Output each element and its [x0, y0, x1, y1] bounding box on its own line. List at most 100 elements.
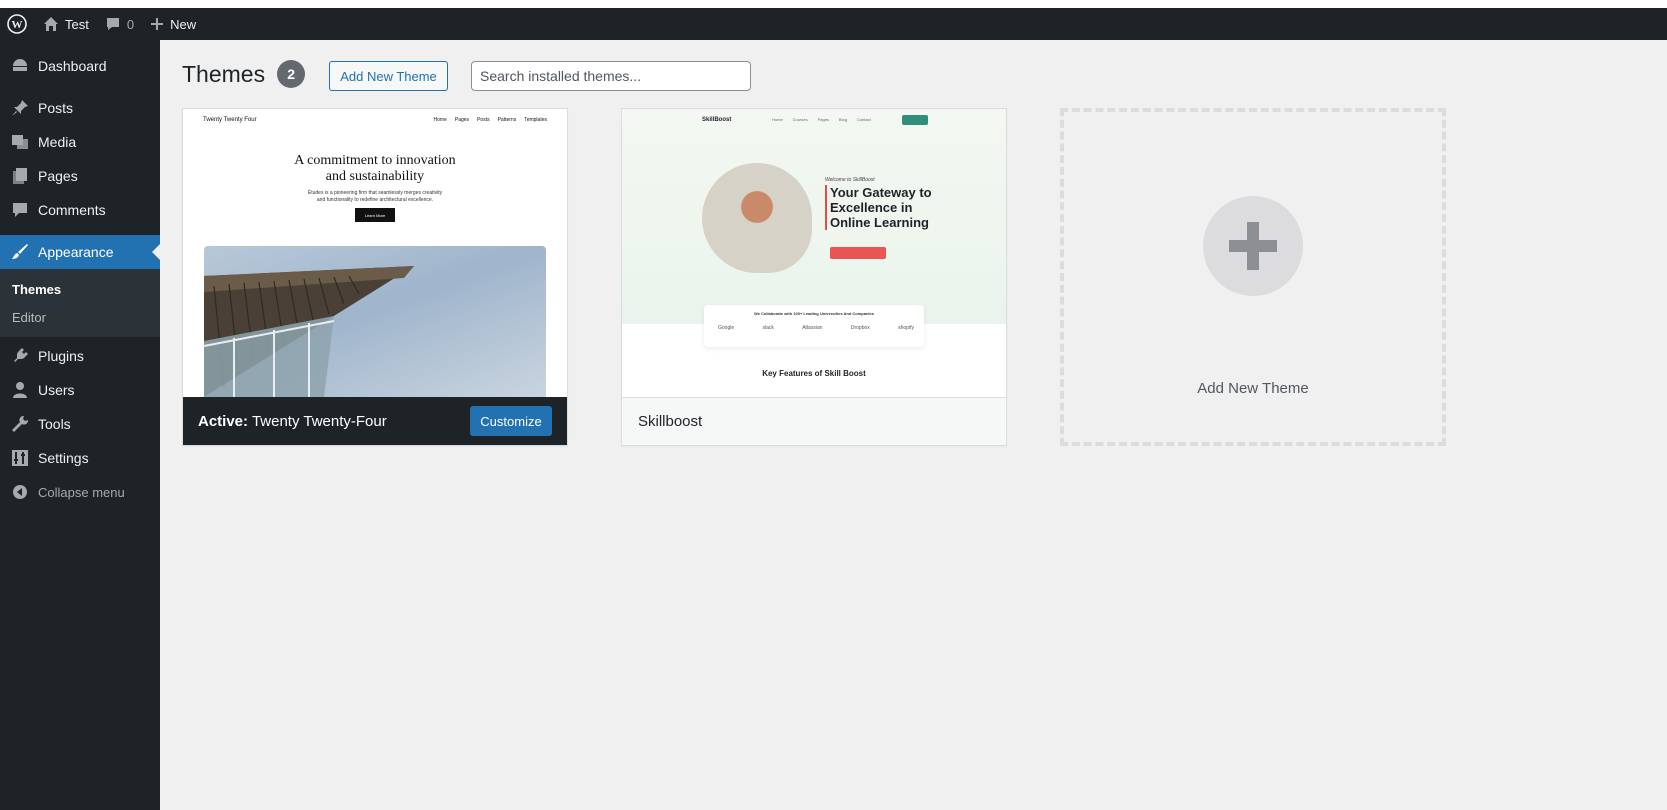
- theme-actions-bar: Active: Twenty Twenty-Four Customize: [183, 397, 567, 445]
- menu-item-comments[interactable]: Comments: [0, 193, 160, 227]
- menu-label-appearance: Appearance: [38, 244, 114, 260]
- menu-item-dashboard[interactable]: Dashboard: [0, 49, 160, 83]
- pin-icon: [10, 98, 30, 118]
- new-label: New: [170, 16, 197, 32]
- preview-headline: A commitment to innovation and sustainab…: [183, 153, 567, 185]
- preview-link: Pages: [454, 117, 470, 123]
- menu-item-settings[interactable]: Settings: [0, 441, 160, 475]
- theme-name-text: Twenty Twenty-Four: [251, 412, 387, 430]
- admin-bar: W Test 0 New: [0, 8, 1667, 40]
- add-new-theme-card[interactable]: Add New Theme: [1060, 108, 1446, 446]
- preview-sub-line: and functionality to redefine architectu…: [316, 197, 434, 203]
- preview-cta: [830, 247, 886, 259]
- comment-count: 0: [126, 16, 135, 32]
- menu-label-dashboard: Dashboard: [38, 58, 107, 74]
- preview-link-pages: Pages: [817, 117, 829, 122]
- page-header: Themes 2: [182, 60, 306, 88]
- comments-link[interactable]: 0: [97, 8, 142, 40]
- preview-link-home: Home: [772, 117, 783, 122]
- brush-icon: [10, 242, 30, 262]
- preview-portrait: [702, 163, 812, 273]
- theme-count-badge: 2: [277, 60, 306, 88]
- theme-name: Active: Twenty Twenty-Four: [183, 413, 387, 430]
- home-icon: [43, 16, 59, 32]
- new-content-link[interactable]: New: [142, 8, 204, 40]
- collapse-menu-button[interactable]: Collapse menu: [0, 475, 160, 509]
- preview-headline: Your Gateway to Excellence in Online Lea…: [825, 185, 935, 230]
- settings-icon: [10, 448, 30, 468]
- preview-partner-logos: Google slack Atlassian Dropbox shopify: [718, 325, 914, 331]
- main-content: Themes 2 Add New Theme Twenty Twenty Fou…: [160, 40, 1667, 810]
- comment-icon: [10, 200, 30, 220]
- plug-icon: [10, 346, 30, 366]
- add-new-theme-label: Add New Theme: [1197, 380, 1309, 397]
- menu-item-posts[interactable]: Posts: [0, 91, 160, 125]
- menu-label-tools: Tools: [38, 416, 71, 432]
- theme-actions-bar: Skillboost: [622, 397, 1006, 445]
- menu-item-users[interactable]: Users: [0, 373, 160, 407]
- add-new-theme-button[interactable]: Add New Theme: [329, 61, 448, 91]
- preview-hero: [622, 109, 1006, 324]
- theme-card-twenty-twenty-four[interactable]: Twenty Twenty Four Home Pages Posts Patt…: [182, 108, 568, 446]
- preview-logo: SkillBoost: [702, 117, 732, 123]
- preview-link-courses: Courses: [792, 117, 808, 122]
- search-themes-input[interactable]: [471, 61, 751, 91]
- preview-learn-more: Learn More: [355, 208, 395, 222]
- menu-item-appearance[interactable]: Appearance: [0, 235, 160, 269]
- collapse-menu-label: Collapse menu: [38, 484, 125, 500]
- plus-icon: [1203, 196, 1303, 296]
- active-prefix: Active:: [198, 412, 249, 430]
- site-name-link[interactable]: Test: [35, 8, 97, 40]
- preview-building-photo: [204, 246, 546, 397]
- page-title: Themes: [182, 60, 266, 87]
- partner-logo: slack: [762, 325, 774, 331]
- menu-label-pages: Pages: [38, 168, 78, 184]
- preview-link: Posts: [477, 117, 490, 123]
- preview-partners-title: We Collaborate with 100+ Leading Univers…: [754, 311, 874, 316]
- customize-button[interactable]: Customize: [470, 406, 552, 436]
- theme-name: Skillboost: [638, 413, 703, 430]
- menu-label-media: Media: [38, 134, 77, 150]
- preview-link: Templates: [524, 117, 547, 123]
- preview-link: Patterns: [497, 117, 517, 123]
- theme-screenshot: Twenty Twenty Four Home Pages Posts Patt…: [183, 109, 567, 397]
- preview-nav: Twenty Twenty Four Home Pages Posts Patt…: [183, 115, 567, 129]
- media-icon: [10, 132, 30, 152]
- preview-link-contact: Contact: [856, 117, 871, 122]
- appearance-submenu: Themes Editor: [0, 269, 160, 337]
- preview-link-blog: Blog: [838, 117, 847, 122]
- partner-logo: Google: [718, 325, 735, 331]
- preview-nav: SkillBoost Home Courses Pages Blog Contact: [622, 115, 1006, 129]
- site-name: Test: [65, 16, 89, 32]
- menu-item-plugins[interactable]: Plugins: [0, 339, 160, 373]
- menu-item-media[interactable]: Media: [0, 125, 160, 159]
- preview-subtext: Études is a pioneering firm that seamles…: [183, 190, 567, 204]
- submenu-themes[interactable]: Themes: [0, 275, 160, 303]
- menu-item-tools[interactable]: Tools: [0, 407, 160, 441]
- preview-features-heading: Key Features of Skill Boost: [762, 369, 866, 378]
- theme-card-skillboost[interactable]: SkillBoost Home Courses Pages Blog Contact W…: [621, 108, 1007, 446]
- svg-text:W: W: [12, 19, 23, 31]
- menu-item-pages[interactable]: Pages: [0, 159, 160, 193]
- menu-label-comments: Comments: [38, 202, 106, 218]
- preview-headline-line: A commitment to innovation: [294, 153, 456, 168]
- user-icon: [10, 380, 30, 400]
- wordpress-icon: W: [7, 14, 27, 34]
- dashboard-icon: [10, 56, 30, 76]
- preview-headline-line: and sustainability: [325, 169, 425, 184]
- wrench-icon: [10, 414, 30, 434]
- menu-label-users: Users: [38, 382, 75, 398]
- preview-links: Home Pages Posts Patterns Templates: [434, 117, 547, 123]
- submenu-editor[interactable]: Editor: [0, 303, 160, 331]
- comment-icon: [105, 16, 121, 32]
- menu-label-plugins: Plugins: [38, 348, 84, 364]
- collapse-arrow-icon: [10, 482, 30, 502]
- preview-sub-line: Études is a pioneering firm that seamles…: [307, 190, 443, 196]
- wordpress-logo-link[interactable]: W: [0, 8, 35, 40]
- preview-partners: We Collaborate with 100+ Leading Univers…: [704, 305, 924, 347]
- admin-sidebar: Dashboard Posts Media Pages Comments App…: [0, 40, 160, 810]
- preview-links: Home Courses Pages Blog Contact: [772, 117, 871, 122]
- preview-brand: Twenty Twenty Four: [203, 117, 257, 123]
- top-strip: [0, 0, 1667, 8]
- partner-logo: shopify: [898, 325, 914, 331]
